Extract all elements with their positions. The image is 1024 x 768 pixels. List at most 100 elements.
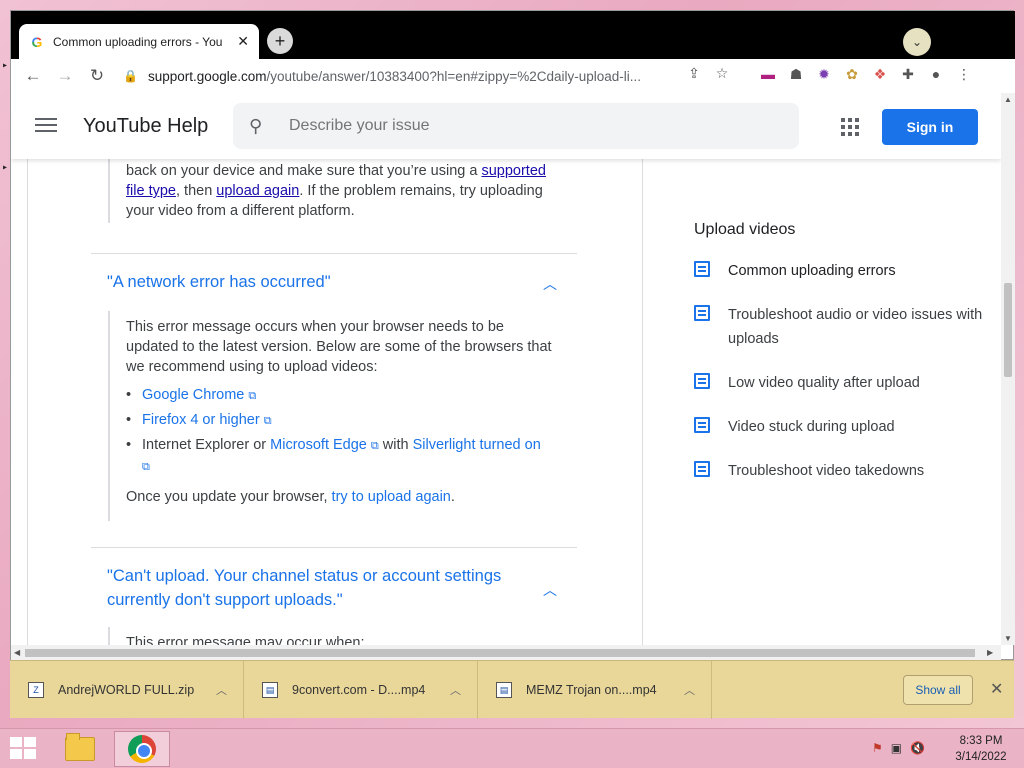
list-item: Firefox 4 or higher ⧉ — [126, 410, 568, 431]
file-explorer-icon[interactable] — [52, 731, 108, 767]
extensions-puzzle-icon[interactable]: ✚ — [897, 63, 919, 85]
browser-tab[interactable]: G Common uploading errors - You ✕ — [19, 24, 259, 59]
extension-spider-icon[interactable]: ✹ — [813, 63, 835, 85]
help-header: YouTube Help ⚲ Sign in — [11, 93, 1001, 159]
accordion-channel-error[interactable]: "Can't upload. Your channel status or ac… — [91, 547, 577, 621]
external-link-icon: ⧉ — [248, 390, 257, 402]
sidebar-item-common-uploading-errors[interactable]: Common uploading errors — [694, 259, 994, 283]
download-item[interactable]: ▤ MEMZ Trojan on....mp4 ︿ — [478, 660, 712, 719]
article-icon — [694, 261, 710, 277]
taskbar: ⚑ ▣ 🔇 8:33 PM 3/14/2022 — [0, 728, 1024, 768]
try-upload-again-link[interactable]: try to upload again — [332, 489, 451, 505]
sidebar-title: Upload videos — [694, 221, 796, 238]
video-file-icon: ▤ — [262, 681, 278, 698]
download-item[interactable]: ▤ 9convert.com - D....mp4 ︿ — [244, 660, 478, 719]
scroll-right-arrow-icon[interactable]: ▶ — [987, 648, 993, 657]
scrollbar-thumb[interactable] — [1004, 283, 1012, 377]
scrollbar-thumb[interactable] — [25, 649, 975, 657]
supported-file-type-link[interactable]: supported — [481, 163, 546, 179]
forward-arrow-icon[interactable]: → — [49, 60, 81, 92]
vertical-scrollbar[interactable]: ▲ ▼ — [1001, 93, 1015, 645]
external-link-icon: ⧉ — [263, 415, 272, 427]
sign-in-button[interactable]: Sign in — [882, 109, 978, 145]
chevron-up-icon[interactable]: ︿ — [216, 682, 227, 698]
chevron-up-icon[interactable]: ︿ — [684, 682, 695, 698]
google-favicon-icon: G — [29, 34, 45, 50]
list-item: Google Chrome ⧉ — [126, 385, 568, 406]
browser-toolbar: ← → ↻ 🔒 support.google.com/youtube/answe… — [11, 59, 1015, 93]
bookmark-star-icon[interactable]: ☆ — [711, 62, 733, 84]
close-icon[interactable]: ✕ — [990, 679, 1003, 699]
content-area: back on your device and make sure that y… — [11, 159, 1001, 645]
sidebar-item-low-video-quality[interactable]: Low video quality after upload — [694, 371, 994, 395]
accordion-title[interactable]: "Can't upload. Your channel status or ac… — [107, 564, 501, 612]
external-link-icon: ⧉ — [370, 440, 379, 452]
chrome-taskbar-icon[interactable] — [114, 731, 170, 767]
scroll-up-arrow-icon[interactable]: ▲ — [1004, 95, 1012, 104]
scroll-left-arrow-icon[interactable]: ◀ — [14, 648, 20, 657]
action-center-flag-icon[interactable]: ⚑ — [872, 741, 883, 755]
article-icon — [694, 305, 710, 321]
video-file-icon: ▤ — [496, 681, 512, 698]
microsoft-edge-link[interactable]: Microsoft Edge — [270, 437, 367, 453]
download-item[interactable]: Z AndrejWORLD FULL.zip ︿ — [10, 660, 244, 719]
taskbar-clock[interactable]: 8:33 PM 3/14/2022 — [946, 733, 1016, 765]
url-text: support.google.com/youtube/answer/103834… — [147, 68, 642, 84]
tab-search-icon[interactable]: ⌄ — [903, 28, 931, 56]
article-icon — [694, 417, 710, 433]
google-chrome-link[interactable]: Google Chrome — [142, 387, 244, 403]
tab-title: Common uploading errors - You — [53, 34, 223, 49]
silverlight-link[interactable]: Silverlight turned on — [413, 437, 541, 453]
search-input[interactable] — [289, 117, 769, 135]
address-bar[interactable]: 🔒 support.google.com/youtube/answer/1038… — [123, 62, 743, 90]
desktop-icon-fragment: ▸ — [2, 162, 9, 173]
sidebar-item-video-stuck[interactable]: Video stuck during upload — [694, 415, 994, 439]
system-tray: ⚑ ▣ 🔇 — [872, 741, 925, 755]
show-all-button[interactable]: Show all — [903, 675, 973, 705]
web-page: YouTube Help ⚲ Sign in back on your devi… — [11, 93, 1001, 645]
desktop-icon-fragment: ▸ — [2, 60, 9, 71]
extension-flag-icon[interactable]: ▬ — [757, 63, 779, 85]
chevron-up-icon[interactable]: ︿ — [543, 580, 557, 600]
download-shelf: Z AndrejWORLD FULL.zip ︿ ▤ 9convert.com … — [10, 660, 1014, 719]
new-tab-button[interactable]: + — [267, 28, 293, 54]
more-menu-icon[interactable]: ⋮ — [953, 63, 975, 85]
extension-hat-icon[interactable]: ☗ — [785, 63, 807, 85]
browser-list: Google Chrome ⧉ Firefox 4 or higher ⧉ In… — [126, 385, 568, 477]
google-apps-icon[interactable] — [841, 118, 859, 136]
answer-body: This error message occurs when your brow… — [108, 311, 568, 521]
reload-icon[interactable]: ↻ — [81, 60, 113, 92]
hamburger-menu-icon[interactable] — [35, 115, 57, 137]
chevron-up-icon[interactable]: ︿ — [450, 682, 461, 698]
tab-strip: G Common uploading errors - You ✕ + ⌄ — [11, 11, 1015, 59]
sidebar-item-video-takedowns[interactable]: Troubleshoot video takedowns — [694, 459, 994, 483]
site-title[interactable]: YouTube Help — [83, 115, 208, 138]
volume-muted-icon[interactable]: 🔇 — [910, 741, 925, 755]
answer-body: This error message may occur when: — [108, 627, 568, 645]
windows-start-icon[interactable] — [10, 737, 38, 761]
zip-file-icon: Z — [28, 681, 44, 698]
back-arrow-icon[interactable]: ← — [17, 60, 49, 92]
external-link-icon: ⧉ — [142, 461, 150, 473]
scroll-down-arrow-icon[interactable]: ▼ — [1004, 634, 1012, 643]
article-icon — [694, 373, 710, 389]
horizontal-scrollbar[interactable]: ◀ ▶ — [11, 645, 1001, 661]
accordion-title[interactable]: "A network error has occurred" — [107, 270, 331, 294]
chevron-up-icon[interactable]: ︿ — [543, 274, 557, 294]
upload-again-link[interactable]: upload again — [216, 183, 299, 199]
share-icon[interactable]: ⇪ — [683, 62, 705, 84]
firefox-link[interactable]: Firefox 4 or higher — [142, 412, 260, 428]
close-tab-icon[interactable]: ✕ — [237, 33, 249, 50]
extension-dog-icon[interactable]: ✿ — [841, 63, 863, 85]
answer-body: back on your device and make sure that y… — [108, 159, 548, 223]
browser-window: G Common uploading errors - You ✕ + ⌄ ← … — [10, 10, 1015, 661]
supported-file-type-link[interactable]: file type — [126, 183, 176, 199]
extension-color-icon[interactable]: ❖ — [869, 63, 891, 85]
search-icon[interactable]: ⚲ — [249, 116, 273, 137]
accordion-network-error[interactable]: "A network error has occurred" ︿ — [91, 253, 577, 309]
network-icon[interactable]: ▣ — [891, 741, 902, 755]
list-item: Internet Explorer or Microsoft Edge ⧉ wi… — [126, 435, 568, 477]
sidebar-item-troubleshoot-audio-video[interactable]: Troubleshoot audio or video issues with u… — [694, 303, 994, 351]
search-box[interactable]: ⚲ — [233, 103, 799, 149]
profile-icon[interactable]: ● — [925, 63, 947, 85]
